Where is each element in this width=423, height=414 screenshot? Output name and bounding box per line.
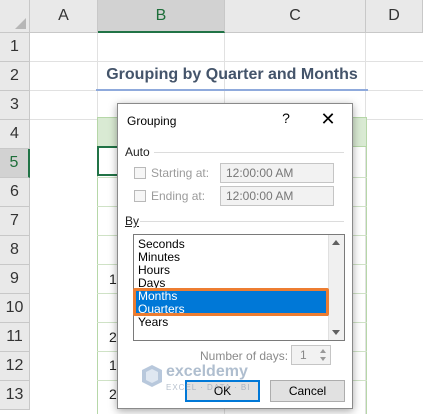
row-header-5[interactable]: 5 <box>0 149 30 178</box>
row-header-7[interactable]: 7 <box>0 207 30 236</box>
close-icon: ✕ <box>320 109 336 129</box>
ending-at-field[interactable]: 12:00:00 AM <box>220 186 334 206</box>
row-header-10[interactable]: 10 <box>0 294 30 323</box>
row-header-11[interactable]: 11 <box>0 323 30 352</box>
watermark-name: exceldemy <box>166 363 248 380</box>
group-divider <box>154 152 344 153</box>
dialog-title: Grouping <box>127 114 177 128</box>
cell-value: 1 <box>109 357 117 373</box>
close-button[interactable]: ✕ <box>316 109 340 131</box>
sheet-title: Grouping by Quarter and Months <box>96 63 368 91</box>
scroll-up-icon[interactable] <box>332 240 340 245</box>
exceldemy-logo-icon <box>142 365 162 387</box>
scroll-down-icon[interactable] <box>332 330 340 335</box>
select-all-corner[interactable] <box>0 0 30 33</box>
row-header-8[interactable]: 8 <box>0 236 30 265</box>
group-divider <box>140 221 344 222</box>
watermark-tagline: EXCEL · DATA · BI <box>166 383 251 392</box>
number-of-days-label: Number of days: <box>200 349 289 363</box>
help-button[interactable]: ? <box>278 110 294 130</box>
row-header-2[interactable]: 2 <box>0 62 30 91</box>
ending-at-checkbox[interactable] <box>134 190 146 202</box>
row-header-3[interactable]: 3 <box>0 91 30 120</box>
cancel-button[interactable]: Cancel <box>270 380 345 402</box>
watermark: exceldemy EXCEL · DATA · BI <box>141 362 276 398</box>
column-header-b[interactable]: B <box>98 0 225 33</box>
list-item-years[interactable]: Years <box>135 316 328 329</box>
starting-at-label: Starting at: <box>151 166 210 180</box>
column-header-c[interactable]: C <box>225 0 366 33</box>
spin-down-icon[interactable] <box>318 356 329 364</box>
gridline <box>30 61 423 62</box>
row-header-6[interactable]: 6 <box>0 178 30 207</box>
spin-up-icon[interactable] <box>318 347 329 355</box>
starting-at-checkbox[interactable] <box>134 167 146 179</box>
listbox-scrollbar[interactable] <box>328 235 344 340</box>
column-header-d[interactable]: D <box>366 0 423 33</box>
ending-at-label: Ending at: <box>151 189 206 203</box>
row-header-13[interactable]: 13 <box>0 381 30 410</box>
row-header-1[interactable]: 1 <box>0 33 30 62</box>
starting-at-field[interactable]: 12:00:00 AM <box>220 163 334 183</box>
by-group-label: By <box>125 214 140 228</box>
selection-highlight-box <box>133 288 329 316</box>
cell-value: 1 <box>109 271 117 287</box>
auto-group-label: Auto <box>125 145 150 159</box>
column-header-a[interactable]: A <box>30 0 98 33</box>
select-all-icon <box>15 18 26 29</box>
row-header-4[interactable]: 4 <box>0 120 30 149</box>
cell-value: 2 <box>109 386 117 402</box>
row-header-9[interactable]: 9 <box>0 265 30 294</box>
cell-value: 2 <box>109 329 117 345</box>
row-header-12[interactable]: 12 <box>0 352 30 381</box>
